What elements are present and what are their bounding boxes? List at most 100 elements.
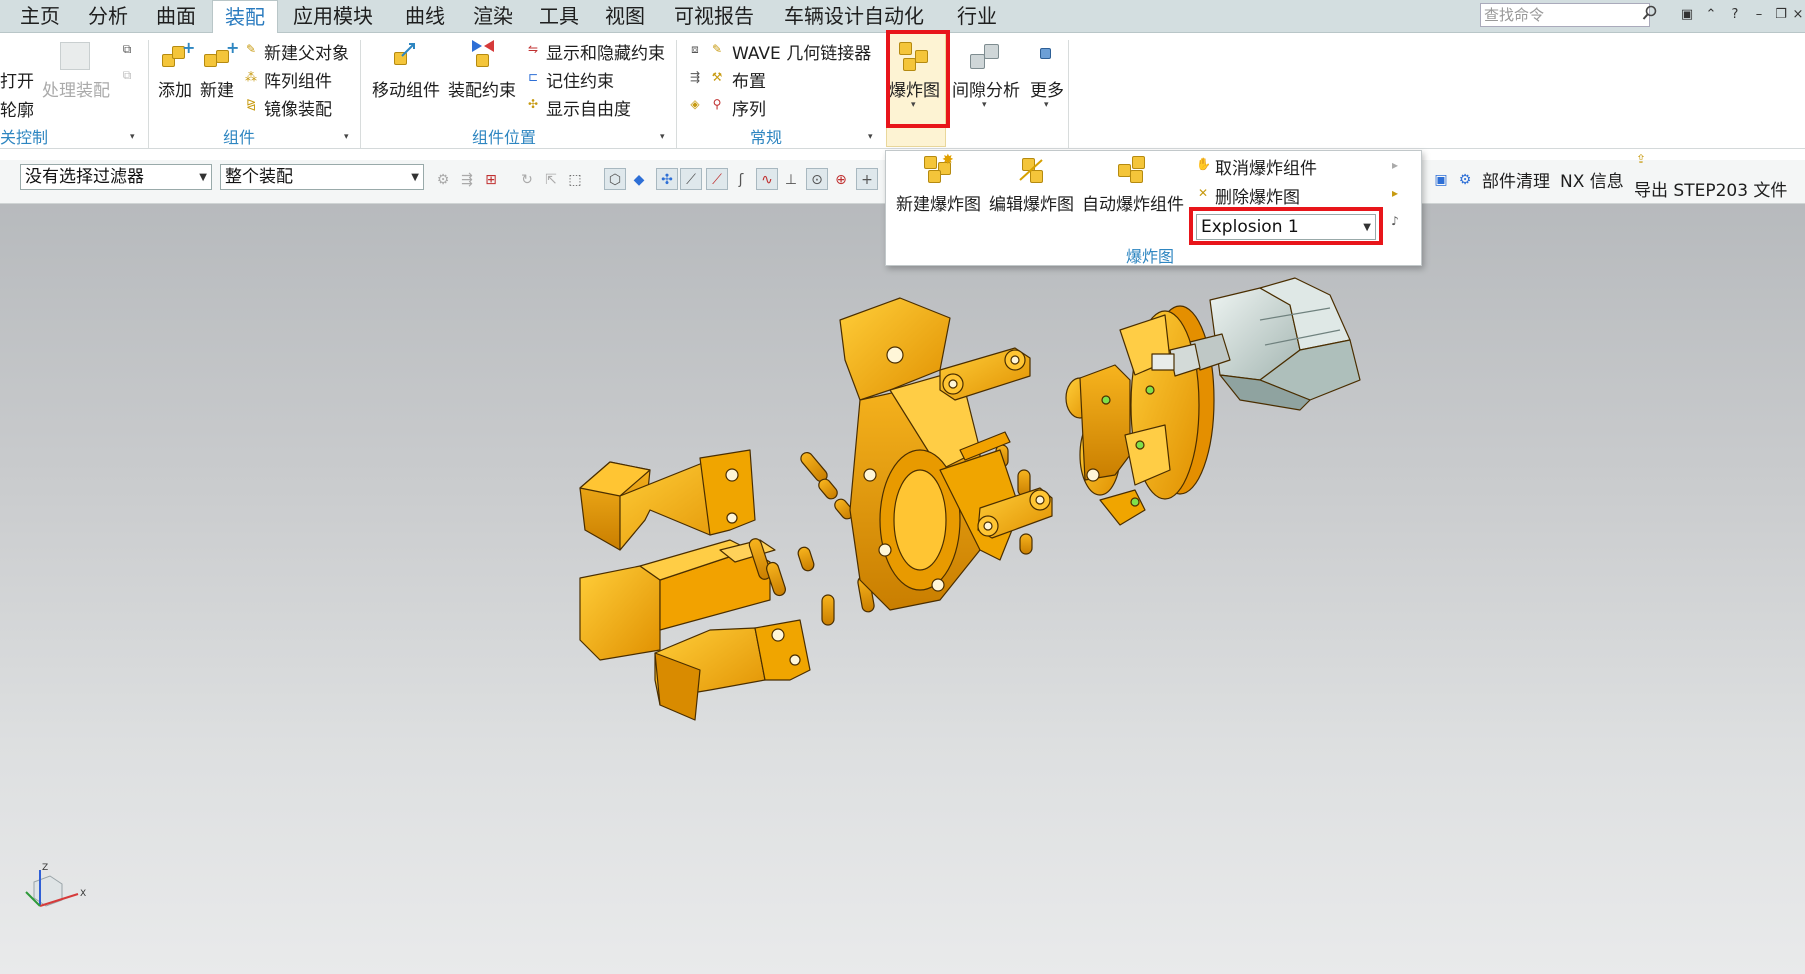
array-component-button[interactable]: 阵列组件 [264, 67, 332, 92]
wave-linker-icon: ⧈ [691, 42, 699, 56]
small-tool-icon[interactable]: ⧉ [120, 68, 134, 82]
window-list-icon[interactable]: ▣ [1678, 5, 1696, 25]
sequence-button[interactable]: 序列 [732, 95, 766, 120]
group-label-component: 组件 [223, 128, 256, 147]
move-component-button[interactable]: 移动组件 [372, 76, 440, 101]
snap-midpoint-icon[interactable]: ⟋ [706, 168, 728, 190]
nx-info-button[interactable]: NX 信息 [1560, 167, 1624, 192]
tab-visual-report[interactable]: 可视报告 [662, 0, 766, 33]
filter-tool-icon[interactable]: ⇶ [456, 168, 478, 190]
help-icon[interactable]: ? [1726, 5, 1744, 25]
group-expand-icon[interactable]: ▾ [868, 132, 873, 142]
snap-quadrant-icon[interactable]: ⊕ [830, 168, 852, 190]
separator [676, 40, 677, 148]
command-search-input[interactable]: 查找命令 [1480, 3, 1650, 27]
snap-point-icon[interactable]: ✣ [656, 168, 678, 190]
restore-icon[interactable]: ❐ [1772, 5, 1790, 25]
edit-explosion-icon [1016, 154, 1050, 186]
mirror-assembly-button[interactable]: 镜像装配 [264, 95, 332, 120]
search-icon[interactable] [1642, 5, 1660, 23]
unexplode-button[interactable]: 取消爆炸组件 [1215, 154, 1317, 179]
small-tool-icon[interactable]: ⧉ [120, 42, 134, 56]
snap-curve-icon[interactable]: ʃ [730, 168, 752, 190]
add-button[interactable]: 添加 [158, 76, 192, 101]
assembly-constraint-button[interactable]: 装配约束 [448, 76, 516, 101]
group-expand-icon[interactable]: ▾ [130, 132, 135, 142]
export-step-button[interactable]: 导出 STEP203 文件 [1634, 176, 1787, 201]
show-dof-icon: ✣ [527, 97, 539, 111]
snap-center-icon[interactable]: ⊙ [806, 168, 828, 190]
show-component-icon[interactable]: ▸ [1388, 186, 1402, 200]
open-button[interactable]: 打开 [0, 67, 34, 92]
unexplode-icon: ✋ [1196, 157, 1211, 171]
snap-line-icon[interactable]: ⟋ [680, 168, 702, 190]
tab-view[interactable]: 视图 [594, 0, 656, 33]
tab-render[interactable]: 渲染 [462, 0, 524, 33]
axis-x-label: X [80, 889, 86, 899]
tab-industry[interactable]: 行业 [946, 0, 1008, 33]
new-parent-button[interactable]: 新建父对象 [264, 39, 349, 64]
tab-assembly[interactable]: 装配 [212, 0, 278, 34]
delete-explosion-icon: ✕ [1197, 186, 1209, 200]
tracelines-icon[interactable]: ♪ [1388, 214, 1402, 228]
part-cleanup-icon[interactable]: ⚙ [1454, 168, 1476, 190]
separator [148, 40, 149, 148]
view-tool-icon[interactable]: ▣ [1430, 168, 1452, 190]
snap-intersection-icon[interactable]: ⊥ [780, 168, 802, 190]
pick-tool-icon[interactable]: ⇱ [540, 168, 562, 190]
arrange-button[interactable]: 布置 [732, 67, 766, 92]
shaded-view-icon[interactable]: ⬡ [604, 168, 626, 190]
wave-linker-sub-icon: ✎ [711, 42, 723, 56]
show-dof-button[interactable]: 显示自由度 [546, 95, 631, 120]
more-dropdown-icon[interactable]: ▾ [1044, 100, 1049, 110]
select-tool-icon[interactable]: ⊞ [480, 168, 502, 190]
tab-home[interactable]: 主页 [6, 0, 74, 33]
snap-existing-point-icon[interactable]: + [856, 168, 878, 190]
tab-analysis[interactable]: 分析 [76, 0, 140, 33]
highlight-box-exploded-view [886, 30, 950, 128]
rotate-tool-icon[interactable]: ↻ [516, 168, 538, 190]
rectangle-select-icon[interactable]: ⬚ [564, 168, 586, 190]
hide-component-icon[interactable]: ▸ [1388, 158, 1402, 172]
minimize-icon[interactable]: – [1750, 5, 1768, 25]
selection-scope-value: 整个装配 [225, 167, 293, 187]
more-button[interactable]: 更多 [1030, 76, 1064, 101]
new-button[interactable]: 新建 [200, 76, 234, 101]
separator [1068, 40, 1069, 148]
edit-explosion-button[interactable]: 编辑爆炸图 [989, 190, 1074, 215]
mirror-assembly-icon: ⧎ [245, 97, 257, 111]
sequence-left-icon: ◈ [690, 97, 700, 111]
group-expand-icon[interactable]: ▾ [660, 132, 665, 142]
snap-tool-icon[interactable]: ⚙ [432, 168, 454, 190]
tab-curve[interactable]: 曲线 [392, 0, 458, 33]
exploded-assembly-model[interactable] [560, 250, 1380, 740]
selection-scope-select[interactable]: 整个装配 ▼ [220, 164, 424, 190]
clearance-dropdown-icon[interactable]: ▾ [982, 100, 987, 110]
close-icon[interactable]: × [1792, 5, 1804, 25]
new-explosion-button[interactable]: 新建爆炸图 [896, 190, 981, 215]
remember-constraint-button[interactable]: 记住约束 [546, 67, 614, 92]
delete-explosion-button[interactable]: 删除爆炸图 [1215, 183, 1300, 208]
collapse-ribbon-icon[interactable]: ⌃ [1702, 5, 1720, 25]
tab-vehicle-design[interactable]: 车辆设计自动化 [774, 0, 934, 33]
auto-explode-button[interactable]: 自动爆炸组件 [1082, 190, 1184, 215]
group-expand-icon[interactable]: ▾ [344, 132, 349, 142]
clearance-analysis-button[interactable]: 间隙分析 [952, 76, 1020, 101]
show-hide-constraints-button[interactable]: 显示和隐藏约束 [546, 39, 665, 64]
tab-surface[interactable]: 曲面 [142, 0, 210, 33]
part-cleanup-button[interactable]: 部件清理 [1482, 167, 1550, 192]
remember-constraint-icon: ⊏ [527, 70, 539, 84]
wave-linker-button[interactable]: WAVE 几何链接器 [732, 39, 871, 64]
new-explosion-icon: ✸ [922, 152, 956, 186]
process-assembly-button[interactable]: 处理装配 [42, 76, 110, 101]
type-filter-select[interactable]: 没有选择过滤器 ▼ [20, 164, 212, 190]
tab-application[interactable]: 应用模块 [282, 0, 384, 33]
add-component-icon: + [160, 38, 195, 72]
group-label-control: 关控制 [0, 128, 49, 147]
move-component-icon [390, 40, 420, 70]
outline-button[interactable]: 轮廓 [0, 96, 34, 121]
snap-spline-icon[interactable]: ∿ [756, 168, 778, 190]
array-component-icon: ⁂ [245, 70, 257, 84]
tab-tools[interactable]: 工具 [528, 0, 590, 33]
cube-view-icon[interactable]: ◆ [628, 168, 650, 190]
